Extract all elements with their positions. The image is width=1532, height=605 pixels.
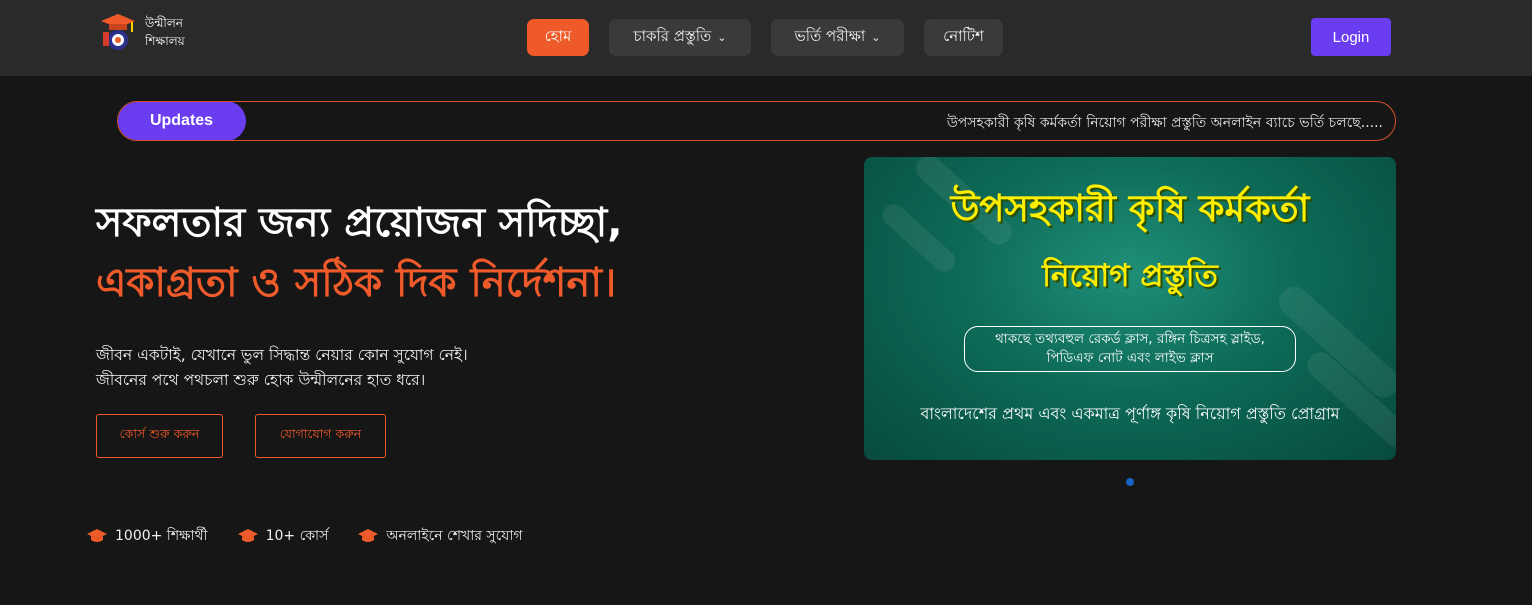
start-course-button[interactable]: কোর্স শুরু করুন	[96, 414, 223, 458]
updates-badge[interactable]: Updates	[118, 102, 246, 140]
nav-item-label: চাকরি প্রস্তুতি	[633, 27, 712, 45]
nav-item-label: হোম	[544, 27, 572, 45]
login-button[interactable]: Login	[1311, 18, 1391, 56]
nav-item-admission-test[interactable]: ভর্তি পরীক্ষা ⌄	[771, 19, 904, 56]
stat-label: অনলাইনে শেখার সুযোগ	[386, 528, 523, 544]
chevron-down-icon: ⌄	[871, 31, 881, 44]
nav-item-job-prep[interactable]: চাকরি প্রস্তুতি ⌄	[609, 19, 751, 56]
banner-features-box: থাকছে তথ্যবহুল রেকর্ড ক্লাস, রঙ্গিন চিত্…	[964, 326, 1296, 372]
hero-banner-slide[interactable]: উপসহকারী কৃষি কর্মকর্তা নিয়োগ প্রস্তুতি…	[864, 157, 1396, 460]
brand-logo[interactable]: উন্মীলন শিক্ষালয়	[99, 12, 185, 52]
stat-courses: 10+ কোর্স	[237, 524, 329, 548]
main-nav: হোম চাকরি প্রস্তুতি ⌄ ভর্তি পরীক্ষা ⌄ নো…	[527, 19, 1023, 56]
updates-ticker: Updates উপসহকারী কৃষি কর্মকর্তা নিয়োগ প…	[117, 101, 1396, 141]
banner-feature-line2: পিডিএফ নোট এবং লাইভ ক্লাস	[1046, 350, 1214, 366]
graduation-cap-icon	[237, 529, 258, 542]
stat-online-learning: অনলাইনে শেখার সুযোগ	[358, 524, 523, 548]
top-header: উন্মীলন শিক্ষালয় হোম চাকরি প্রস্তুতি ⌄ …	[0, 0, 1532, 76]
hero-title-line1: সফলতার জন্য প্রয়োজন সদিচ্ছা,	[96, 200, 623, 246]
banner-footer: বাংলাদেশের প্রথম এবং একমাত্র পূর্ণাঙ্গ ক…	[920, 404, 1340, 423]
hero-desc-line2: জীবনের পথে পথচলা শুরু হোক উন্মীলনের হাত …	[96, 371, 426, 389]
brand-name: উন্মীলন শিক্ষালয়	[145, 14, 185, 50]
nav-item-label: ভর্তি পরীক্ষা	[794, 27, 866, 45]
stat-label: 10+ কোর্স	[265, 528, 329, 544]
banner-title: উপসহকারী কৃষি কর্মকর্তা	[950, 187, 1310, 230]
banner-feature-line1: থাকছে তথ্যবহুল রেকর্ড ক্লাস, রঙ্গিন চিত্…	[995, 331, 1265, 347]
logo-icon	[99, 12, 137, 52]
ticker-text[interactable]: উপসহকারী কৃষি কর্মকর্তা নিয়োগ পরীক্ষা প…	[947, 111, 1383, 135]
brand-name-line2: শিক্ষালয়	[145, 34, 185, 48]
nav-item-notice[interactable]: নোটিশ	[924, 19, 1003, 56]
chevron-down-icon: ⌄	[717, 31, 727, 44]
banner-subtitle: নিয়োগ প্রস্তুতি	[1042, 258, 1218, 294]
nav-item-label: নোটিশ	[943, 27, 984, 45]
contact-button[interactable]: যোগাযোগ করুন	[255, 414, 386, 458]
hero-description: জীবন একটাই, যেখানে ভুল সিদ্ধান্ত নেয়ার …	[96, 343, 468, 393]
brand-name-line1: উন্মীলন	[145, 16, 183, 30]
graduation-cap-icon	[87, 529, 107, 542]
stats-row: 1000+ শিক্ষার্থী 10+ কোর্স অনলাইনে শেখার…	[87, 524, 553, 548]
stat-students: 1000+ শিক্ষার্থী	[87, 524, 208, 548]
hero-desc-line1: জীবন একটাই, যেখানে ভুল সিদ্ধান্ত নেয়ার …	[96, 346, 468, 364]
nav-item-home[interactable]: হোম	[527, 19, 589, 56]
graduation-cap-icon	[358, 529, 379, 542]
stat-label: 1000+ শিক্ষার্থী	[115, 528, 208, 544]
hero-title-line2: একাগ্রতা ও সঠিক দিক নির্দেশনা।	[96, 260, 617, 306]
carousel-indicator-dot[interactable]	[1126, 478, 1134, 486]
hero-title: সফলতার জন্য প্রয়োজন সদিচ্ছা, একাগ্রতা ও…	[96, 193, 622, 313]
